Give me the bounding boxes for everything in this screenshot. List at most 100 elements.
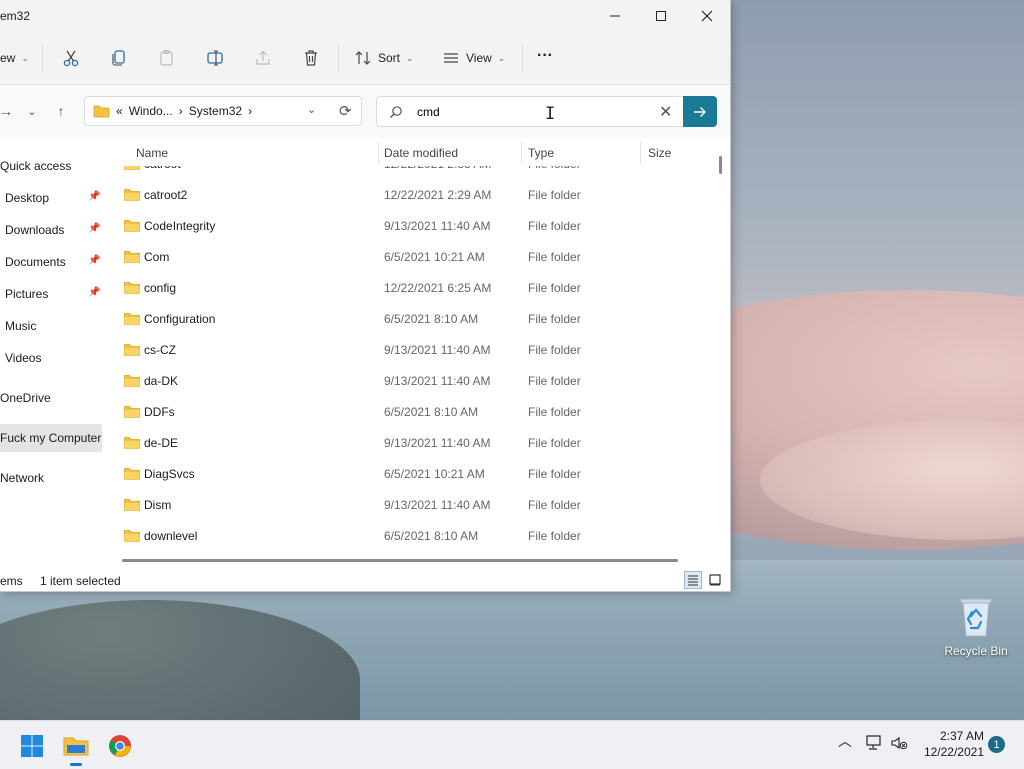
sidebar-item-onedrive[interactable]: OneDrive — [0, 384, 102, 412]
minimize-button[interactable] — [592, 0, 638, 32]
breadcrumb-separator[interactable]: › — [179, 104, 183, 118]
column-divider[interactable] — [521, 142, 522, 164]
file-row[interactable]: Com 6/5/2021 10:21 AM File folder — [106, 241, 714, 272]
file-row[interactable]: de-DE 9/13/2021 11:40 AM File folder — [106, 427, 714, 458]
arrow-right-icon: → — [0, 103, 13, 119]
vertical-scrollbar[interactable] — [719, 156, 722, 174]
file-name: catroot2 — [144, 188, 188, 202]
title-bar[interactable]: em32 — [0, 0, 730, 32]
sidebar-item-desktop[interactable]: Desktop 📌 — [0, 184, 102, 212]
forward-button[interactable]: → — [0, 99, 13, 123]
share-button[interactable] — [254, 46, 272, 70]
chrome-taskbar-button[interactable] — [103, 729, 137, 763]
up-button[interactable]: ↑ — [52, 99, 70, 123]
file-type: File folder — [528, 436, 581, 450]
sort-button[interactable]: Sort ⌄ — [354, 46, 414, 70]
search-go-button[interactable] — [683, 96, 717, 127]
address-bar[interactable]: « Windo... › System32 › ⌄ ⟳ — [84, 96, 362, 126]
text-cursor-icon: I — [545, 104, 556, 124]
rename-button[interactable] — [206, 46, 224, 70]
column-type-header[interactable]: Type — [528, 146, 554, 160]
file-name: config — [144, 281, 177, 295]
breadcrumb-separator[interactable]: › — [248, 104, 252, 118]
file-row[interactable]: downlevel 6/5/2021 8:10 AM File folder — [106, 520, 714, 551]
paste-button[interactable] — [158, 46, 176, 70]
network-status-button[interactable] — [864, 735, 882, 754]
file-date-modified: 9/13/2021 11:40 AM — [384, 374, 491, 388]
pin-icon: 📌 — [88, 223, 101, 234]
file-date-modified: 12/22/2021 2:29 AM — [384, 188, 492, 202]
file-name: Configuration — [144, 312, 216, 326]
column-date-header[interactable]: Date modified — [384, 146, 458, 160]
notification-badge[interactable]: 1 — [988, 736, 1005, 753]
maximize-button[interactable] — [638, 0, 684, 32]
column-size-header[interactable]: Size — [648, 146, 671, 160]
breadcrumb-windows[interactable]: Windo... — [129, 104, 173, 118]
clear-search-icon[interactable]: ✕ — [659, 102, 672, 122]
refresh-icon[interactable]: ⟳ — [339, 102, 352, 120]
address-history-chevron-icon[interactable]: ⌄ — [307, 103, 316, 116]
sidebar-item-downloads[interactable]: Downloads 📌 — [0, 216, 102, 244]
folder-icon — [124, 437, 140, 449]
file-date-modified: 6/5/2021 8:10 AM — [384, 405, 479, 419]
sort-ascending-icon: ^ — [248, 140, 253, 145]
new-button-label: ew — [0, 51, 16, 65]
recent-locations-button[interactable]: ⌄ — [24, 99, 40, 123]
sidebar-item-pictures[interactable]: Pictures 📌 — [0, 280, 102, 308]
breadcrumb-system32[interactable]: System32 — [189, 104, 242, 118]
command-bar: ew ⌄ Sort ⌄ View ⌄ ··· — [0, 32, 730, 85]
file-row[interactable]: da-DK 9/13/2021 11:40 AM File folder — [106, 365, 714, 396]
file-row[interactable]: DiagSvcs 6/5/2021 10:21 AM File folder — [106, 458, 714, 489]
folder-icon — [124, 375, 140, 387]
sidebar-item-documents[interactable]: Documents 📌 — [0, 248, 102, 276]
file-date-modified: 9/13/2021 11:40 AM — [384, 219, 491, 233]
sidebar-item-this-pc[interactable]: Fuck my Computer — [0, 424, 102, 452]
column-divider[interactable] — [640, 142, 641, 164]
arrow-up-icon: ↑ — [57, 103, 65, 119]
file-date-modified: 9/13/2021 11:40 AM — [384, 343, 491, 357]
sidebar-item-label: Quick access — [0, 159, 72, 173]
file-row[interactable]: Configuration 6/5/2021 8:10 AM File folder — [106, 303, 714, 334]
sidebar-item-music[interactable]: Music — [0, 312, 102, 340]
file-row[interactable]: Dism 9/13/2021 11:40 AM File folder — [106, 489, 714, 520]
more-options-button[interactable]: ··· — [537, 44, 553, 68]
cut-button[interactable] — [62, 46, 80, 70]
search-box[interactable]: ✕ — [376, 96, 684, 127]
recycle-bin-shortcut[interactable]: Recycle Bin — [940, 596, 1012, 658]
column-divider[interactable] — [378, 142, 379, 164]
delete-button[interactable] — [302, 46, 320, 70]
search-input[interactable] — [417, 103, 647, 121]
large-icons-view-icon — [709, 574, 721, 586]
sidebar-item-network[interactable]: Network — [0, 464, 102, 492]
horizontal-scrollbar[interactable] — [122, 559, 678, 562]
toolbar-divider — [42, 44, 43, 72]
file-row[interactable]: DDFs 6/5/2021 8:10 AM File folder — [106, 396, 714, 427]
file-name: cs-CZ — [144, 343, 176, 357]
close-button[interactable] — [684, 0, 730, 32]
large-icons-view-button[interactable] — [706, 571, 724, 589]
file-list: catroot12/22/2021 2:33 AMFile foldercatr… — [106, 140, 714, 552]
address-overflow[interactable]: « — [116, 104, 123, 118]
file-explorer-taskbar-button[interactable] — [59, 729, 93, 766]
file-row[interactable]: CodeIntegrity 9/13/2021 11:40 AM File fold… — [106, 210, 714, 241]
file-row[interactable]: catroot2 12/22/2021 2:29 AM File folder — [106, 179, 714, 210]
view-button[interactable]: View ⌄ — [442, 46, 505, 70]
file-name: Dism — [144, 498, 172, 512]
file-row[interactable]: cs-CZ 9/13/2021 11:40 AM File folder — [106, 334, 714, 365]
pin-icon: 📌 — [88, 191, 101, 202]
system-clock[interactable]: 2:37 AM 12/22/2021 — [920, 728, 984, 760]
show-hidden-icons-button[interactable]: ︿ — [838, 731, 852, 751]
volume-button[interactable] — [890, 735, 908, 754]
volume-muted-icon — [891, 736, 908, 750]
column-name-header[interactable]: Name — [136, 146, 168, 160]
new-button[interactable]: ew ⌄ — [0, 46, 29, 70]
start-button[interactable] — [15, 729, 49, 763]
sidebar-item-videos[interactable]: Videos — [0, 344, 102, 372]
sidebar-item-label: Network — [0, 471, 45, 485]
folder-icon — [124, 313, 140, 325]
file-name: downlevel — [144, 529, 198, 543]
file-row[interactable]: config 12/22/2021 6:25 AM File folder — [106, 272, 714, 303]
sidebar-item-quick-access[interactable]: Quick access — [0, 152, 102, 180]
details-view-button[interactable] — [684, 571, 702, 589]
copy-button[interactable] — [110, 46, 128, 70]
